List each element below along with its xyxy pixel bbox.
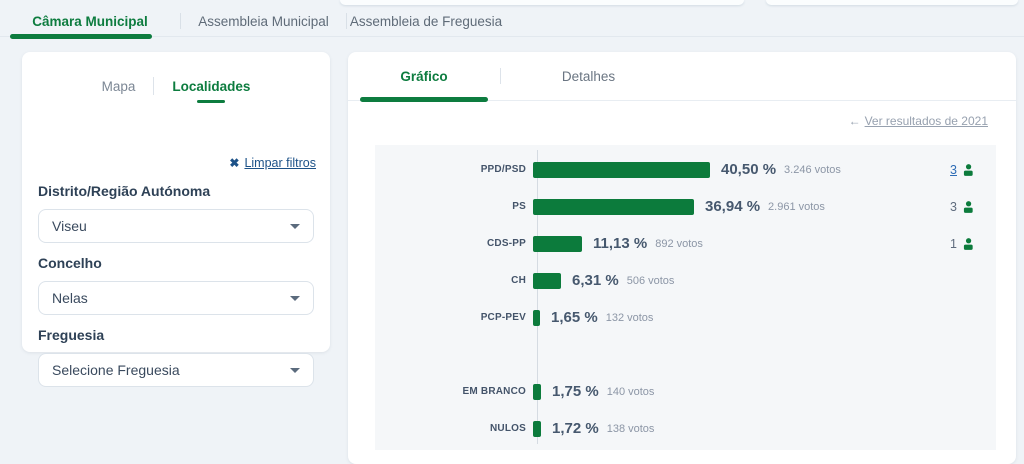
votes-count: 140 votos	[607, 386, 655, 398]
person-icon	[961, 200, 975, 214]
votes-count: 132 votos	[606, 312, 654, 324]
seats-indicator: 1	[950, 237, 975, 251]
chart-row: PS 36,94 % 2.961 votos 3	[375, 188, 996, 225]
district-select[interactable]: Viseu	[38, 209, 314, 243]
result-bar	[533, 421, 541, 437]
party-label: CDS-PP	[375, 238, 532, 249]
party-label: EM BRANCO	[375, 386, 532, 397]
chart-rows: PPD/PSD 40,50 % 3.246 votos 3 PS 36,94 % 2.961…	[375, 151, 996, 447]
party-label: PS	[375, 201, 532, 212]
votes-count: 506 votos	[627, 275, 675, 287]
active-tab-underline	[10, 34, 152, 39]
party-label: NULOS	[375, 423, 532, 434]
percent-value: 11,13 %	[593, 235, 647, 252]
chart-row: EM BRANCO 1,75 % 140 votos	[375, 373, 996, 410]
tab-label: Câmara Municipal	[32, 14, 148, 29]
chart-row: PCP-PEV 1,65 % 132 votos	[375, 299, 996, 336]
close-icon: ✖	[229, 156, 239, 170]
map-localities-tabbar: Mapa Localidades	[22, 77, 330, 95]
concelho-select-value: Nelas	[52, 290, 88, 306]
filters-card: Mapa Localidades ✖ Limpar filtros Distri…	[22, 52, 330, 352]
votes-count: 138 votos	[607, 423, 655, 435]
seats-count[interactable]: 3	[950, 163, 957, 177]
result-bar	[533, 162, 710, 178]
tab-separator	[153, 77, 154, 95]
chart-row: NULOS 1,72 % 138 votos	[375, 410, 996, 447]
chart-row: CH 6,31 % 506 votos	[375, 262, 996, 299]
clear-filters-label: Limpar filtros	[244, 156, 316, 170]
freguesia-select-value: Selecione Freguesia	[52, 362, 180, 378]
chart-details-tabbar: Gráfico Detalhes	[348, 52, 1016, 101]
tab-assembleia-municipal[interactable]: Assembleia Municipal	[181, 7, 346, 36]
previous-results-label: Ver resultados de 2021	[865, 114, 988, 128]
result-bar	[533, 273, 561, 289]
tab-label: Assembleia Municipal	[198, 14, 329, 29]
active-tab-underline	[360, 97, 488, 102]
tab-localidades[interactable]: Localidades	[172, 79, 250, 94]
concelho-label: Concelho	[38, 255, 314, 271]
party-label: PCP-PEV	[375, 312, 532, 323]
result-bar	[533, 236, 582, 252]
filter-fields: Distrito/Região Autónoma Viseu Concelho …	[38, 183, 314, 399]
district-label: Distrito/Região Autónoma	[38, 183, 314, 199]
votes-count: 892 votos	[655, 238, 703, 250]
chevron-down-icon	[290, 296, 300, 301]
percent-value: 1,75 %	[552, 383, 599, 400]
tab-label: Assembleia de Freguesia	[350, 14, 502, 29]
votes-count: 2.961 votos	[768, 201, 825, 213]
freguesia-select[interactable]: Selecione Freguesia	[38, 353, 314, 387]
chevron-down-icon	[290, 368, 300, 373]
person-icon	[961, 237, 975, 251]
votes-count: 3.246 votos	[784, 164, 841, 176]
tab-assembleia-freguesia[interactable]: Assembleia de Freguesia	[347, 7, 505, 36]
tab-camara-municipal[interactable]: Câmara Municipal	[0, 7, 180, 36]
tab-detalhes[interactable]: Detalhes	[501, 69, 676, 84]
result-bar	[533, 384, 541, 400]
freguesia-label: Freguesia	[38, 327, 314, 343]
percent-value: 1,65 %	[551, 309, 598, 326]
chart-gap	[375, 336, 996, 373]
party-label: CH	[375, 275, 532, 286]
chart-row: PPD/PSD 40,50 % 3.246 votos 3	[375, 151, 996, 188]
percent-value: 1,72 %	[552, 420, 599, 437]
previous-results-link[interactable]: ← Ver resultados de 2021	[849, 114, 988, 128]
seats-count: 3	[950, 200, 957, 214]
percent-value: 40,50 %	[721, 161, 776, 178]
percent-value: 6,31 %	[572, 272, 619, 289]
concelho-select[interactable]: Nelas	[38, 281, 314, 315]
chart-row: CDS-PP 11,13 % 892 votos 1	[375, 225, 996, 262]
percent-value: 36,94 %	[705, 198, 760, 215]
seats-indicator: 3	[950, 163, 975, 177]
election-body-tabbar: Câmara Municipal Assembleia Municipal As…	[0, 0, 1024, 37]
tab-grafico[interactable]: Gráfico	[348, 69, 500, 84]
chevron-down-icon	[290, 224, 300, 229]
tab-mapa[interactable]: Mapa	[102, 79, 136, 94]
results-card: Gráfico Detalhes ← Ver resultados de 202…	[348, 52, 1016, 464]
left-arrow-icon: ←	[849, 114, 861, 128]
seats-indicator: 3	[950, 200, 975, 214]
result-bar	[533, 310, 540, 326]
district-select-value: Viseu	[52, 218, 87, 234]
result-bar	[533, 199, 694, 215]
results-bar-chart: PPD/PSD 40,50 % 3.246 votos 3 PS 36,94 % 2.961…	[375, 145, 996, 450]
party-label: PPD/PSD	[375, 164, 532, 175]
seats-count: 1	[950, 237, 957, 251]
clear-filters-link[interactable]: ✖ Limpar filtros	[229, 156, 316, 170]
person-icon	[961, 163, 975, 177]
